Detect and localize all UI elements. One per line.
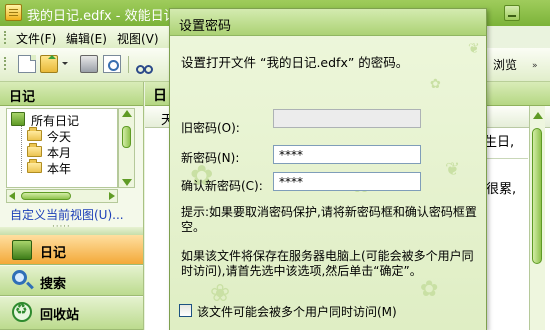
nav-label: 日记 bbox=[40, 246, 67, 261]
diary-tree[interactable]: 所有日记 今天 本月 本年 bbox=[6, 108, 118, 188]
tree-vertical-scrollbar[interactable] bbox=[118, 108, 135, 188]
dialog-title: 设置密码 bbox=[179, 19, 232, 34]
confirm-password-label: 确认新密码(C): bbox=[181, 179, 263, 193]
leaf-decoration-icon: ❦ bbox=[445, 159, 461, 180]
folder-icon bbox=[27, 127, 42, 141]
nav-search-button[interactable]: 搜索 bbox=[0, 266, 143, 296]
recycle-icon bbox=[12, 302, 32, 322]
search-icon bbox=[12, 270, 27, 285]
dialog-hint-text: 提示:如果要取消密码保护,请将新密码框和确认密码框置空。 bbox=[181, 205, 477, 234]
browse-button[interactable]: 浏览 bbox=[493, 56, 517, 73]
tree-connector bbox=[21, 125, 22, 173]
menu-view[interactable]: 视图(V) bbox=[117, 30, 159, 47]
dialog-title-bar[interactable]: 设置密码 bbox=[170, 9, 486, 36]
old-password-field[interactable] bbox=[273, 109, 421, 128]
toolbar-grip[interactable] bbox=[4, 57, 6, 70]
new-file-icon[interactable] bbox=[18, 55, 36, 73]
new-password-label: 新密码(N): bbox=[181, 151, 240, 165]
folder-icon bbox=[27, 159, 42, 173]
cut-icon[interactable] bbox=[136, 55, 153, 74]
diary-app-icon bbox=[5, 4, 22, 21]
menu-edit[interactable]: 编辑(E) bbox=[66, 30, 107, 47]
confirm-password-field[interactable] bbox=[273, 172, 421, 191]
scroll-up-icon[interactable] bbox=[533, 112, 543, 119]
tree-item-label: 本月 bbox=[47, 146, 72, 160]
main-header-title: 日 bbox=[153, 88, 167, 104]
entry-preview-text: 生日, bbox=[484, 135, 515, 150]
folder-icon bbox=[27, 143, 42, 157]
scroll-up-icon[interactable] bbox=[122, 110, 132, 117]
multi-user-checkbox[interactable] bbox=[179, 304, 192, 317]
dialog-prompt: 设置打开文件 “我的日记.edfx” 的密码。 bbox=[181, 55, 409, 70]
tree-item-label: 今天 bbox=[47, 130, 72, 144]
tree-item-label: 所有日记 bbox=[31, 114, 80, 128]
customize-view-link[interactable]: 自定义当前视图(U)... bbox=[10, 206, 124, 223]
scroll-thumb[interactable] bbox=[122, 126, 131, 148]
old-password-label: 旧密码(O): bbox=[181, 121, 240, 135]
sidebar-title: 日记 bbox=[9, 90, 36, 105]
new-password-field[interactable] bbox=[273, 145, 421, 164]
print-icon[interactable] bbox=[80, 55, 98, 73]
print-preview-icon[interactable] bbox=[103, 55, 121, 73]
scroll-down-icon[interactable] bbox=[122, 179, 132, 186]
sidebar-header: 日记 bbox=[0, 82, 143, 106]
flower-decoration-icon: ✿ bbox=[420, 277, 439, 302]
leaf-decoration-icon: ❦ bbox=[468, 41, 480, 57]
nav-recycle-bin-button[interactable]: 回收站 bbox=[0, 297, 143, 330]
nav-label: 搜索 bbox=[40, 277, 67, 292]
row-divider bbox=[486, 158, 528, 159]
tree-horizontal-scrollbar[interactable] bbox=[6, 189, 118, 203]
diary-icon bbox=[12, 240, 32, 260]
book-icon bbox=[11, 112, 25, 126]
sidebar: 日记 所有日记 今天 本月 本年 自定义当前视图(U)... 日 bbox=[0, 82, 144, 330]
scroll-thumb[interactable] bbox=[532, 128, 542, 264]
menu-file[interactable]: 文件(F) bbox=[16, 30, 56, 47]
flower-decoration-icon: ✿ bbox=[430, 77, 441, 92]
multi-user-checkbox-label[interactable]: 该文件可能会被多个用户同时访问(M) bbox=[197, 303, 397, 320]
toolbar-overflow-icon[interactable]: » bbox=[532, 61, 538, 71]
open-file-icon[interactable] bbox=[40, 55, 58, 73]
toolbar-separator bbox=[128, 56, 129, 73]
scroll-right-icon[interactable] bbox=[109, 192, 115, 200]
scroll-left-icon[interactable] bbox=[9, 192, 15, 200]
nav-diary-button[interactable]: 日记 bbox=[0, 235, 143, 265]
dialog-note-text: 如果该文件将保存在服务器电脑上(可能会被多个用户同时访问),请首先选中该选项,然… bbox=[181, 249, 474, 278]
main-vertical-scrollbar[interactable] bbox=[529, 106, 545, 330]
tree-item-label: 本年 bbox=[47, 162, 72, 176]
entry-preview-text: 很累, bbox=[486, 182, 517, 197]
sidebar-splitter[interactable] bbox=[0, 222, 143, 235]
minimize-button[interactable] bbox=[504, 5, 520, 21]
scroll-thumb[interactable] bbox=[21, 192, 71, 200]
open-dropdown-icon[interactable] bbox=[62, 62, 68, 68]
set-password-dialog: ✿ ❦ ✿ ✿ ❀ ❦ ❀ ✿ 设置密码 设置打开文件 “我的日记.edfx” … bbox=[169, 8, 487, 330]
nav-label: 回收站 bbox=[40, 308, 80, 323]
menu-bar: 文件(F) 编辑(E) 视图(V) bbox=[0, 26, 170, 48]
menu-grip[interactable] bbox=[4, 31, 6, 44]
